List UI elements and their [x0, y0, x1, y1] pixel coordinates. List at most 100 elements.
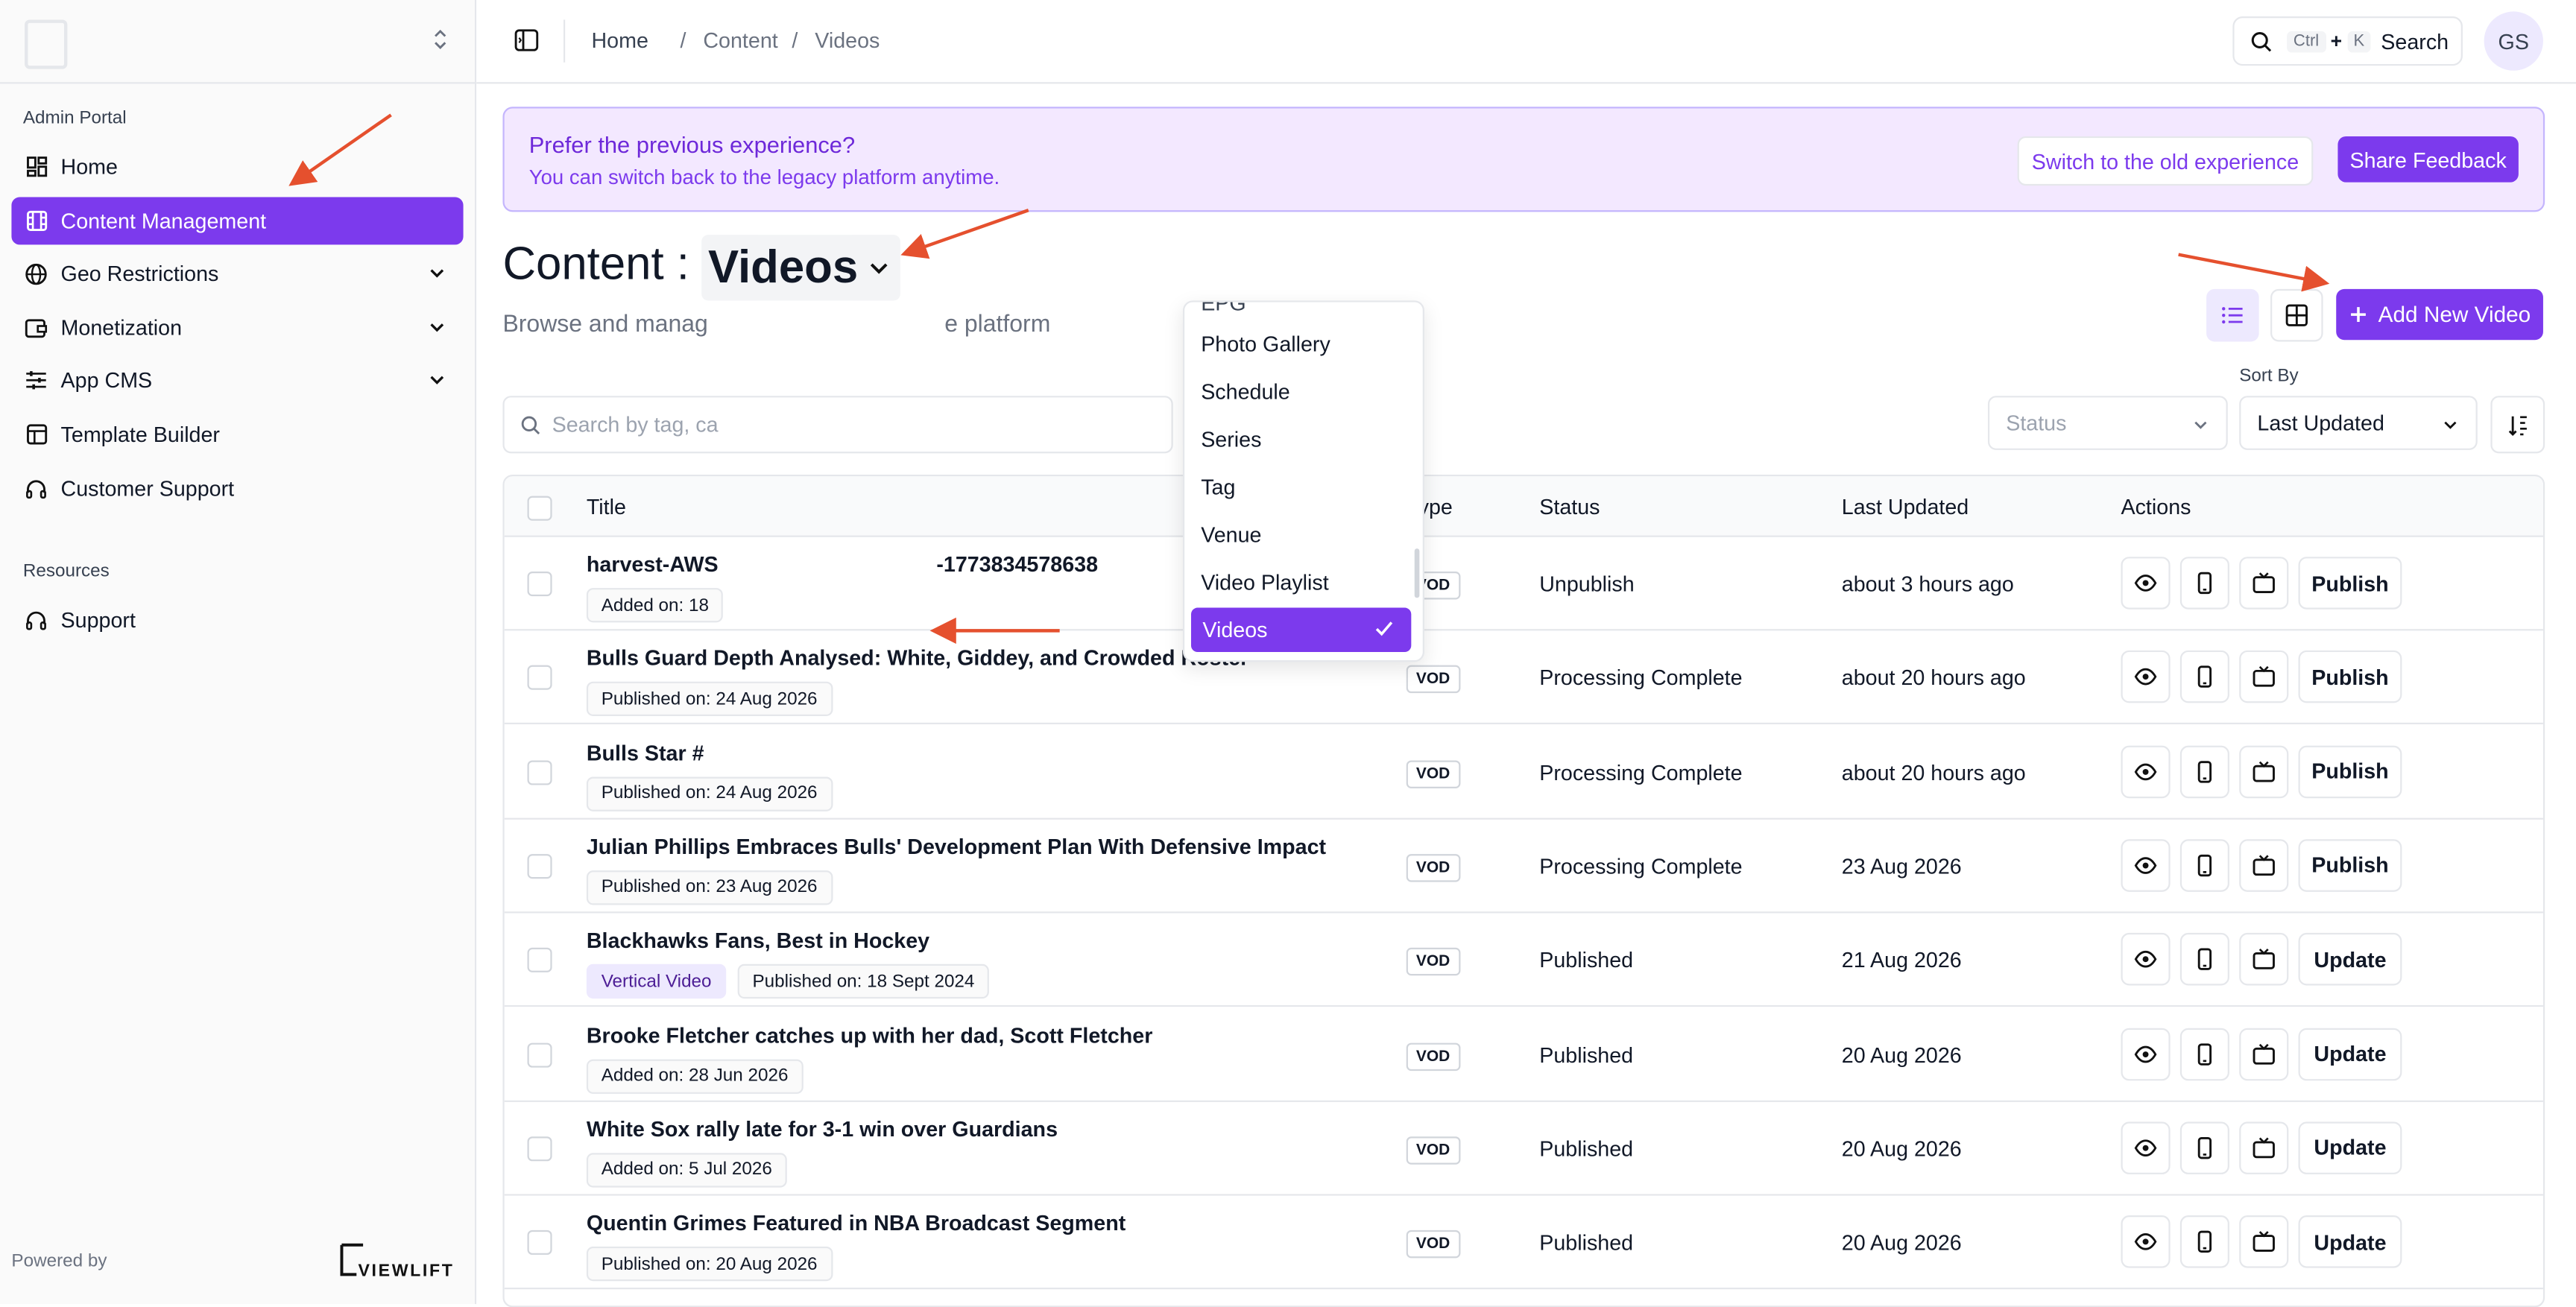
- row-checkbox[interactable]: [527, 1230, 552, 1256]
- mobile-preview-button[interactable]: [2179, 557, 2229, 610]
- share-feedback-button[interactable]: Share Feedback: [2337, 136, 2519, 183]
- dropdown-item-partial[interactable]: EPG: [1201, 303, 1246, 316]
- sort-direction-button[interactable]: [2490, 396, 2545, 454]
- sidebar-item-home[interactable]: Home: [11, 143, 463, 191]
- video-title-tail[interactable]: -1773834578638: [936, 552, 1098, 577]
- video-title[interactable]: Bulls Guard Depth Analysed: White, Gidde…: [587, 646, 1248, 671]
- row-checkbox[interactable]: [527, 665, 552, 691]
- mobile-preview-button[interactable]: [2179, 1215, 2229, 1268]
- add-new-video-button[interactable]: Add New Video: [2336, 288, 2543, 341]
- column-header-last-updated[interactable]: Last Updated: [1842, 494, 1969, 519]
- video-title[interactable]: Quentin Grimes Featured in NBA Broadcast…: [587, 1211, 1126, 1235]
- date-badge: Added on: 5 Jul 2026: [586, 1152, 787, 1188]
- row-checkbox[interactable]: [527, 1042, 552, 1067]
- mobile-icon: [2197, 1230, 2212, 1253]
- status-select[interactable]: Status: [1987, 396, 2228, 450]
- row-checkbox[interactable]: [527, 948, 552, 973]
- dropdown-item-schedule[interactable]: Schedule: [1201, 379, 1290, 404]
- publish-button[interactable]: Publish: [2298, 557, 2402, 610]
- row-checkbox[interactable]: [527, 853, 552, 879]
- breadcrumb-content[interactable]: Content: [703, 28, 777, 52]
- mobile-preview-button[interactable]: [2179, 1027, 2229, 1080]
- dropdown-item-video-playlist[interactable]: Video Playlist: [1201, 570, 1329, 595]
- list-view-button[interactable]: [2206, 288, 2259, 342]
- dropdown-item-photo-gallery[interactable]: Photo Gallery: [1201, 332, 1330, 356]
- tv-preview-button[interactable]: [2239, 744, 2289, 798]
- table-row[interactable]: Bulls Guard Depth Analysed: White, Gidde…: [504, 630, 2543, 725]
- mobile-preview-button[interactable]: [2179, 1121, 2229, 1174]
- mobile-preview-button[interactable]: [2179, 744, 2229, 798]
- table-row[interactable]: Blackhawks Fans, Best in Hockey Vertical …: [504, 912, 2543, 1007]
- preview-button[interactable]: [2121, 744, 2171, 798]
- sidebar-toggle-icon[interactable]: [514, 28, 539, 52]
- table-row[interactable]: White Sox rally late for 3-1 win over Gu…: [504, 1100, 2543, 1196]
- preview-button[interactable]: [2121, 1027, 2171, 1080]
- banner-title: Prefer the previous experience?: [528, 131, 856, 158]
- table-row[interactable]: Brooke Fletcher catches up with her dad,…: [504, 1006, 2543, 1101]
- publish-button[interactable]: Publish: [2298, 744, 2402, 798]
- dropdown-item-venue[interactable]: Venue: [1201, 522, 1261, 547]
- switch-old-experience-button[interactable]: Switch to the old experience: [2017, 136, 2314, 186]
- breadcrumb-home[interactable]: Home: [591, 28, 648, 52]
- preview-button[interactable]: [2121, 933, 2171, 986]
- video-title[interactable]: harvest-AWS: [587, 552, 719, 577]
- preview-button[interactable]: [2121, 557, 2171, 610]
- grid-icon: [25, 155, 48, 178]
- tv-preview-button[interactable]: [2239, 1121, 2289, 1174]
- update-button[interactable]: Update: [2298, 1215, 2402, 1268]
- video-title[interactable]: Blackhawks Fans, Best in Hockey: [587, 928, 929, 953]
- dropdown-item-videos[interactable]: Videos: [1190, 607, 1412, 653]
- sidebar-item-app-cms[interactable]: App CMS: [11, 356, 463, 404]
- column-header-title[interactable]: Title: [587, 494, 626, 519]
- tv-preview-button[interactable]: [2239, 839, 2289, 892]
- sidebar-item-template-builder[interactable]: Template Builder: [11, 411, 463, 458]
- publish-button[interactable]: Publish: [2298, 839, 2402, 892]
- eye-icon: [2134, 668, 2157, 686]
- type-badge: VOD: [1406, 853, 1460, 882]
- preview-button[interactable]: [2121, 1121, 2171, 1174]
- preview-button[interactable]: [2121, 651, 2171, 704]
- avatar[interactable]: GS: [2484, 11, 2543, 71]
- content-search-input[interactable]: Search by tag, ca: [502, 396, 1173, 454]
- video-title[interactable]: Julian Phillips Embraces Bulls' Developm…: [587, 834, 1326, 858]
- date-badge: Published on: 24 Aug 2026: [586, 776, 833, 811]
- table-row[interactable]: Julian Phillips Embraces Bulls' Developm…: [504, 817, 2543, 914]
- mobile-preview-button[interactable]: [2179, 651, 2229, 704]
- row-checkbox[interactable]: [527, 572, 552, 597]
- update-button[interactable]: Update: [2298, 1121, 2402, 1174]
- table-row[interactable]: Bulls Star # Published on: 24 Aug 2026 VOD…: [504, 724, 2543, 819]
- row-checkbox[interactable]: [527, 759, 552, 785]
- publish-button[interactable]: Publish: [2298, 651, 2402, 704]
- sidebar-item-content-management[interactable]: Content Management: [11, 197, 464, 245]
- table-row[interactable]: Quentin Grimes Featured in NBA Broadcast…: [504, 1194, 2543, 1290]
- tv-preview-button[interactable]: [2239, 651, 2289, 704]
- update-button[interactable]: Update: [2298, 933, 2402, 986]
- video-title[interactable]: Bulls Star #: [587, 740, 704, 765]
- dropdown-scrollbar[interactable]: [1414, 548, 1420, 598]
- mobile-preview-button[interactable]: [2179, 933, 2229, 986]
- grid-view-button[interactable]: [2270, 288, 2323, 342]
- tv-preview-button[interactable]: [2239, 933, 2289, 986]
- dropdown-item-series[interactable]: Series: [1201, 427, 1261, 452]
- video-title[interactable]: Brooke Fletcher catches up with her dad,…: [587, 1022, 1152, 1047]
- global-search-button[interactable]: Ctrl + K Search: [2232, 16, 2463, 66]
- row-checkbox[interactable]: [527, 1136, 552, 1161]
- sidebar-item-customer-support[interactable]: Customer Support: [11, 465, 463, 513]
- preview-button[interactable]: [2121, 839, 2171, 892]
- video-title[interactable]: White Sox rally late for 3-1 win over Gu…: [587, 1116, 1058, 1141]
- sidebar-item-geo-restrictions[interactable]: Geo Restrictions: [11, 250, 463, 297]
- workspace-switcher[interactable]: [0, 0, 475, 84]
- dropdown-item-tag[interactable]: Tag: [1201, 475, 1235, 499]
- tv-preview-button[interactable]: [2239, 557, 2289, 610]
- mobile-preview-button[interactable]: [2179, 839, 2229, 892]
- sidebar-item-support[interactable]: Support: [11, 596, 463, 644]
- table-row[interactable]: harvest-AWS -1773834578638 Added on: 18 VOD…: [504, 536, 2543, 631]
- select-all-checkbox[interactable]: [527, 496, 552, 521]
- tv-preview-button[interactable]: [2239, 1027, 2289, 1080]
- sort-select[interactable]: Last Updated: [2239, 396, 2478, 450]
- tv-preview-button[interactable]: [2239, 1215, 2289, 1268]
- sidebar-item-monetization[interactable]: Monetization: [11, 304, 463, 352]
- update-button[interactable]: Update: [2298, 1027, 2402, 1080]
- preview-button[interactable]: [2121, 1215, 2171, 1268]
- content-type-selector[interactable]: Videos: [701, 235, 901, 301]
